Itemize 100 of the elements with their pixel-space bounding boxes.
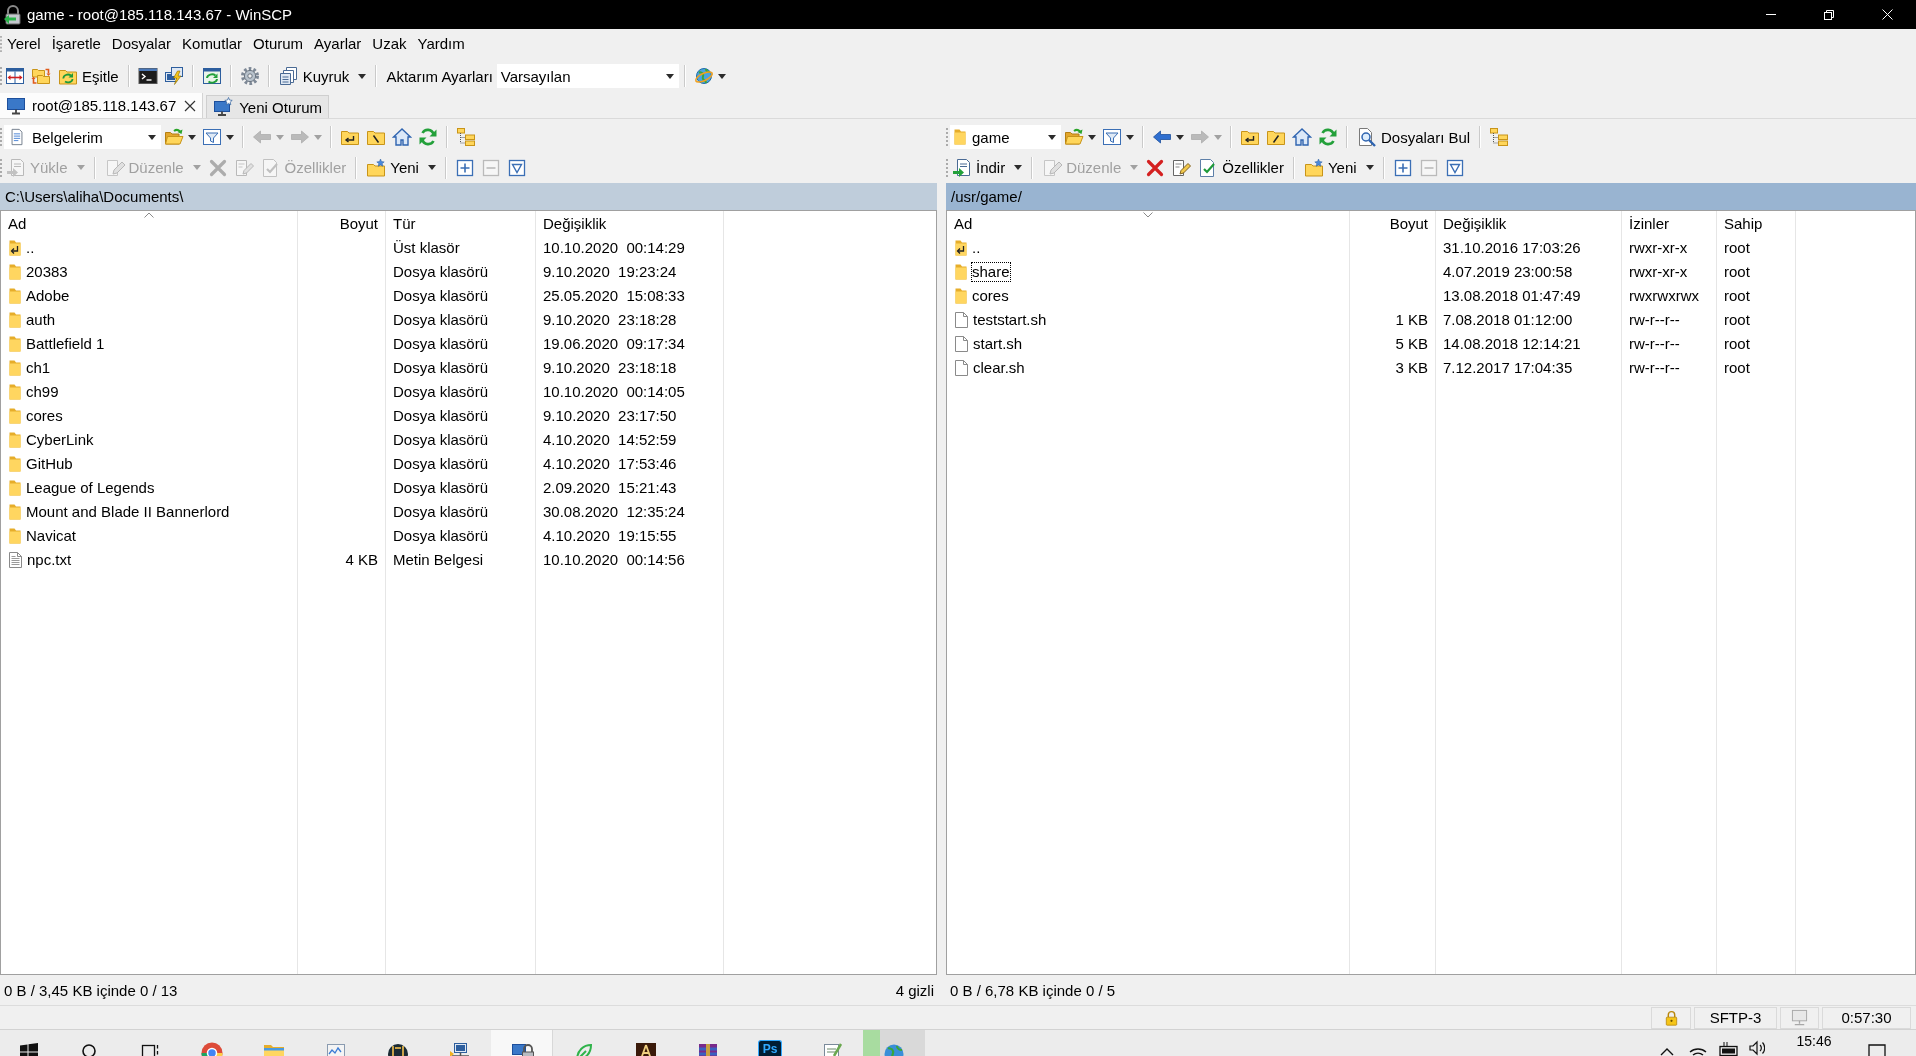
column-header[interactable]: Sahip [1717,211,1795,236]
dark-tile-icon[interactable] [634,1040,658,1056]
synchronize-button[interactable]: Eşitle [54,63,123,89]
grip-handle[interactable] [0,127,2,147]
menu-item[interactable]: Komutlar [177,32,248,55]
file-name[interactable]: clear.sh [972,358,1026,378]
column-header[interactable]: Boyut [1350,211,1435,236]
find-files-button[interactable]: Dosyaları Bul [1353,124,1475,150]
battery-icon[interactable] [1718,1041,1738,1056]
session-tab[interactable]: Yeni Oturum [206,95,330,118]
file-name[interactable]: 20383 [25,262,69,282]
clock[interactable]: 15:46 [1782,1030,1846,1056]
session-tab[interactable]: root@185.118.143.67 [0,93,204,118]
gear-icon[interactable] [239,66,260,86]
notification-icon[interactable] [1868,1044,1886,1056]
file-type: Dosya klasörü [392,430,490,450]
restore-icon[interactable] [1824,9,1834,20]
refresh-icon[interactable] [1318,127,1338,147]
folders-arrows-icon[interactable] [31,66,51,86]
file-name[interactable]: cores [971,286,1010,306]
file-name[interactable]: ch99 [25,382,60,402]
triangle-box-icon[interactable] [1444,157,1465,178]
download-button[interactable]: İndir [948,154,1027,181]
column-header[interactable]: Tür [386,211,535,236]
column-header[interactable]: Ad [1,211,297,236]
modified-time: 4.10.2020 19:15:55 [542,526,678,546]
column-header[interactable]: Boyut [298,211,385,236]
home-icon[interactable] [392,127,412,147]
transfer-settings-dropdown[interactable]: Varsayılan [496,64,679,88]
file-name[interactable]: Adobe [25,286,71,306]
session-time: 0:57:30 [1822,1006,1911,1029]
monitor-star-icon [213,97,234,117]
new-button[interactable]: Yeni [362,154,440,181]
triangle-box-icon[interactable] [506,157,527,178]
menu-item[interactable]: Ayarlar [309,32,367,55]
file-name[interactable]: start.sh [972,334,1024,354]
left-arrow-icon[interactable] [1152,127,1172,147]
file-name[interactable]: Mount and Blade II Bannerlord [25,502,231,522]
file-name[interactable]: share [971,262,1011,282]
caret-icon[interactable] [1176,134,1184,140]
file-name[interactable]: Battlefield 1 [25,334,106,354]
location-dropdown[interactable]: Belgelerim [4,125,161,149]
terminal-icon[interactable] [137,66,158,86]
menu-item[interactable]: İşaretle [46,32,106,55]
file-name[interactable]: npc.txt [26,550,73,570]
folder-up-icon [9,240,21,256]
document-pencil-icon[interactable] [1171,157,1192,178]
menu-item[interactable]: Dosyalar [106,32,177,55]
close-icon[interactable] [184,99,197,112]
grip-handle[interactable] [946,127,948,147]
grip-handle[interactable] [0,64,2,88]
column-header[interactable]: Değişiklik [536,211,723,236]
column-header[interactable]: İzinler [1622,211,1716,236]
plus-box-icon[interactable] [1392,157,1413,178]
refresh-icon[interactable] [418,127,438,147]
caret-icon[interactable] [717,73,726,79]
window-arrows-icon[interactable] [5,66,25,86]
home-icon[interactable] [1292,127,1312,147]
menu-item[interactable]: Yardım [412,32,470,55]
filter-icon[interactable] [202,127,222,147]
caret-icon[interactable] [1126,134,1134,140]
computer-icon[interactable] [448,1040,472,1056]
caret-icon[interactable] [226,134,234,140]
grip-handle[interactable] [0,157,2,178]
modified-time: 14.08.2018 12:14:21 [1442,334,1582,354]
file-name[interactable]: auth [25,310,57,330]
file-name[interactable]: Navicat [25,526,78,546]
menu-item[interactable]: Uzak [367,32,412,55]
app-logo[interactable]: Ps [758,1040,782,1056]
window-sync-icon[interactable] [201,66,222,86]
column-header[interactable]: Değişiklik [1436,211,1621,236]
column-header[interactable]: Ad [947,211,1349,236]
file-name[interactable]: GitHub [25,454,74,474]
windows-logo-icon[interactable] [17,1040,41,1056]
file-name[interactable]: .. [971,238,982,258]
new-button[interactable]: Yeni [1299,154,1378,181]
queue-button[interactable]: Kuyruk [274,63,371,89]
monitors-lightning-icon[interactable] [163,66,184,86]
round-logo-icon[interactable] [200,1040,224,1056]
menu-item[interactable]: Oturum [248,32,309,55]
speaker-icon[interactable] [1749,1040,1765,1056]
globe-icon[interactable] [693,66,714,86]
properties-button[interactable]: Özellikler [1194,154,1288,181]
plus-box-icon[interactable] [454,157,475,178]
caret-icon[interactable] [188,134,196,140]
taskbar-button[interactable] [491,1030,553,1056]
file-name[interactable]: CyberLink [25,430,95,450]
grip-handle[interactable] [0,34,2,53]
menu-item[interactable]: Yerel [2,32,46,55]
file-name[interactable]: teststart.sh [972,310,1048,330]
file-name[interactable]: cores [25,406,64,426]
chevron-up-icon[interactable] [1660,1048,1674,1056]
filter-icon[interactable] [1102,127,1122,147]
grip-handle[interactable] [946,157,948,178]
delete-icon[interactable] [1145,157,1166,178]
location-dropdown[interactable]: game [950,125,1061,149]
file-name[interactable]: League of Legends [25,478,156,498]
file-name[interactable]: .. [25,238,36,258]
caret-icon[interactable] [1088,134,1096,140]
file-name[interactable]: ch1 [25,358,52,378]
